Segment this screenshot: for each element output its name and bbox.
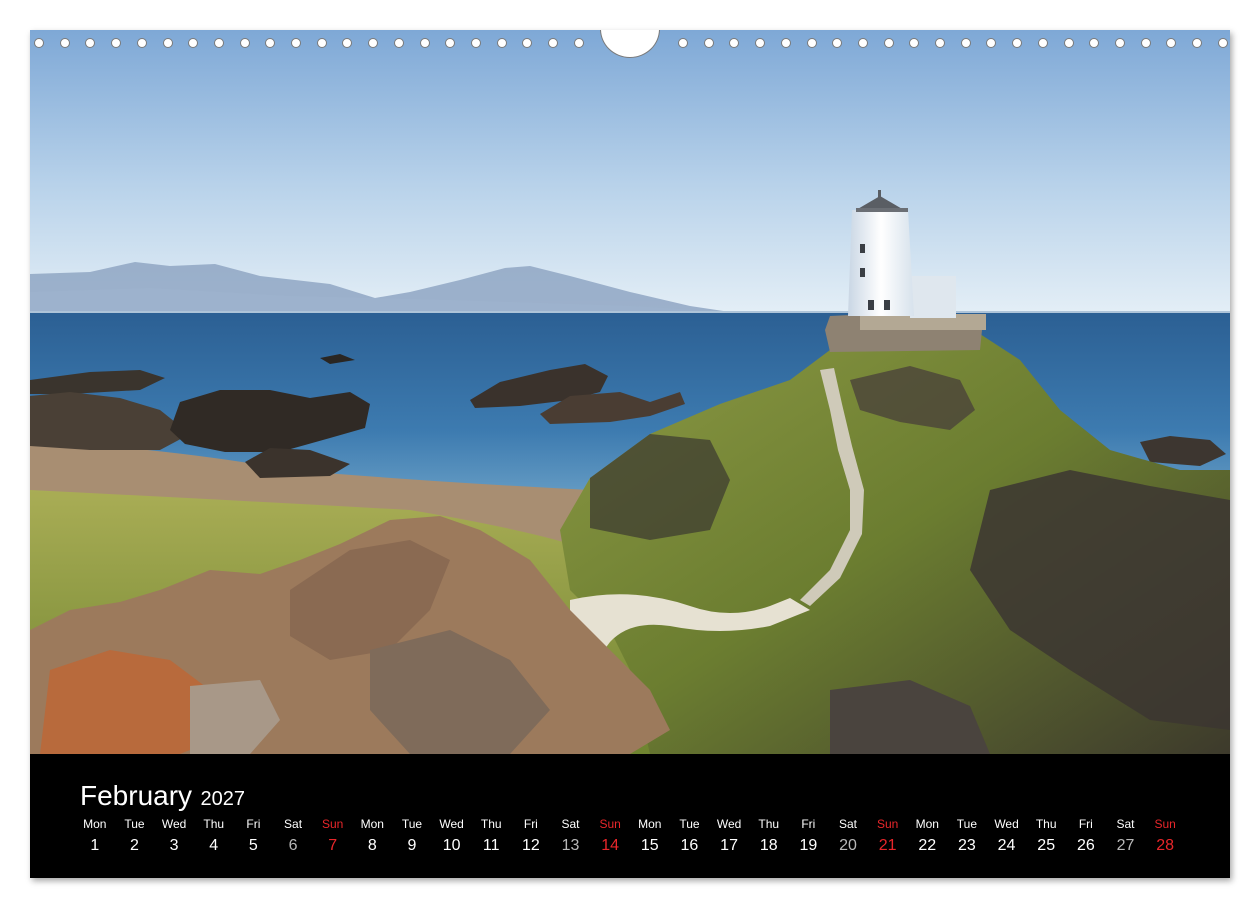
day-cell: Sun 21 [868, 817, 908, 855]
day-of-week: Fri [246, 817, 261, 831]
day-of-week: Sun [599, 817, 621, 831]
day-of-week: Wed [994, 817, 1019, 831]
day-of-week: Thu [203, 817, 225, 831]
day-of-week: Tue [401, 817, 423, 831]
calendar-strip: February 2027 Mon 1 Tue 2 Wed 3 Thu 4 Fri 5 Sat 6 Su… [30, 754, 1230, 878]
year: 2027 [200, 788, 246, 810]
day-number: 1 [90, 837, 100, 854]
day-number: 27 [1116, 837, 1135, 854]
day-cell: Fri 19 [789, 817, 829, 855]
day-cell: Thu 25 [1026, 817, 1066, 855]
day-cell: Sat 27 [1106, 817, 1146, 855]
day-cell: Tue 23 [947, 817, 987, 855]
day-cell: Mon 1 [75, 817, 115, 855]
day-number: 14 [601, 837, 620, 854]
day-number: 20 [839, 837, 857, 854]
day-number: 6 [288, 837, 298, 854]
day-of-week: Sat [1116, 817, 1135, 831]
day-number: 13 [561, 837, 580, 854]
day-cell: Mon 15 [630, 817, 670, 855]
day-cell: Sun 28 [1145, 817, 1185, 855]
day-cell: Sat 6 [273, 817, 313, 855]
day-number: 11 [482, 837, 500, 854]
day-cell: Thu 18 [749, 817, 789, 855]
day-number: 5 [248, 837, 258, 854]
day-of-week: Thu [758, 817, 780, 831]
calendar-page: February 2027 Mon 1 Tue 2 Wed 3 Thu 4 Fri 5 Sat 6 Su… [30, 30, 1230, 878]
day-number: 26 [1076, 837, 1095, 854]
day-number: 15 [640, 837, 659, 854]
day-cell: Wed 10 [432, 817, 472, 855]
day-cell: Fri 12 [511, 817, 551, 855]
day-number: 16 [680, 837, 699, 854]
day-number: 24 [997, 837, 1016, 854]
day-of-week: Mon [915, 817, 939, 831]
day-of-week: Thu [1035, 817, 1057, 831]
month-title: February 2027 [80, 780, 245, 812]
day-number: 3 [169, 837, 179, 854]
day-cell: Fri 26 [1066, 817, 1106, 855]
day-cell: Sun 14 [590, 817, 630, 855]
day-of-week: Sun [321, 817, 344, 831]
day-of-week: Thu [480, 817, 502, 831]
day-of-week: Fri [801, 817, 816, 831]
day-number: 18 [759, 837, 778, 854]
day-number: 10 [442, 837, 461, 854]
day-of-week: Tue [679, 817, 700, 831]
lighthouse-landscape-photo [30, 30, 1230, 754]
day-cell: Thu 4 [194, 817, 234, 855]
day-number: 8 [367, 837, 377, 854]
day-number: 22 [918, 837, 937, 854]
day-of-week: Fri [523, 817, 538, 831]
day-number: 21 [878, 837, 897, 854]
day-cell: Tue 2 [115, 817, 155, 855]
day-of-week: Sun [876, 817, 899, 831]
day-cell: Sun 7 [313, 817, 353, 855]
day-of-week: Tue [124, 817, 145, 831]
day-number: 17 [720, 837, 738, 854]
day-row: Mon 1 Tue 2 Wed 3 Thu 4 Fri 5 Sat 6 Sun 7 Mon 8 Tue 9 Wed 1… [75, 817, 1225, 855]
day-of-week: Sun [1154, 817, 1176, 831]
day-number: 7 [328, 837, 338, 854]
day-of-week: Wed [161, 817, 187, 831]
day-of-week: Mon [360, 817, 384, 831]
day-of-week: Mon [638, 817, 662, 831]
day-of-week: Mon [83, 817, 107, 831]
day-number: 4 [209, 837, 219, 854]
day-of-week: Sat [284, 817, 303, 831]
day-cell: Thu 11 [471, 817, 511, 855]
day-cell: Sat 13 [551, 817, 591, 855]
day-of-week: Fri [1078, 817, 1093, 831]
day-of-week: Sat [838, 817, 857, 831]
day-cell: Tue 16 [670, 817, 710, 855]
day-cell: Mon 8 [352, 817, 392, 855]
day-of-week: Sat [561, 817, 580, 831]
day-number: 9 [407, 837, 417, 854]
day-cell: Sat 20 [828, 817, 868, 855]
month-name: February [80, 780, 193, 811]
day-cell: Mon 22 [907, 817, 947, 855]
day-number: 12 [521, 837, 540, 854]
day-number: 23 [958, 837, 976, 854]
day-cell: Fri 5 [234, 817, 274, 855]
day-cell: Wed 17 [709, 817, 749, 855]
day-number: 2 [130, 837, 139, 854]
day-number: 19 [799, 837, 818, 854]
day-number: 25 [1037, 837, 1056, 854]
day-of-week: Tue [956, 817, 978, 831]
day-number: 28 [1156, 837, 1175, 854]
day-cell: Tue 9 [392, 817, 432, 855]
day-of-week: Wed [716, 817, 742, 831]
day-cell: Wed 24 [987, 817, 1027, 855]
day-of-week: Wed [439, 817, 464, 831]
day-cell: Wed 3 [154, 817, 194, 855]
